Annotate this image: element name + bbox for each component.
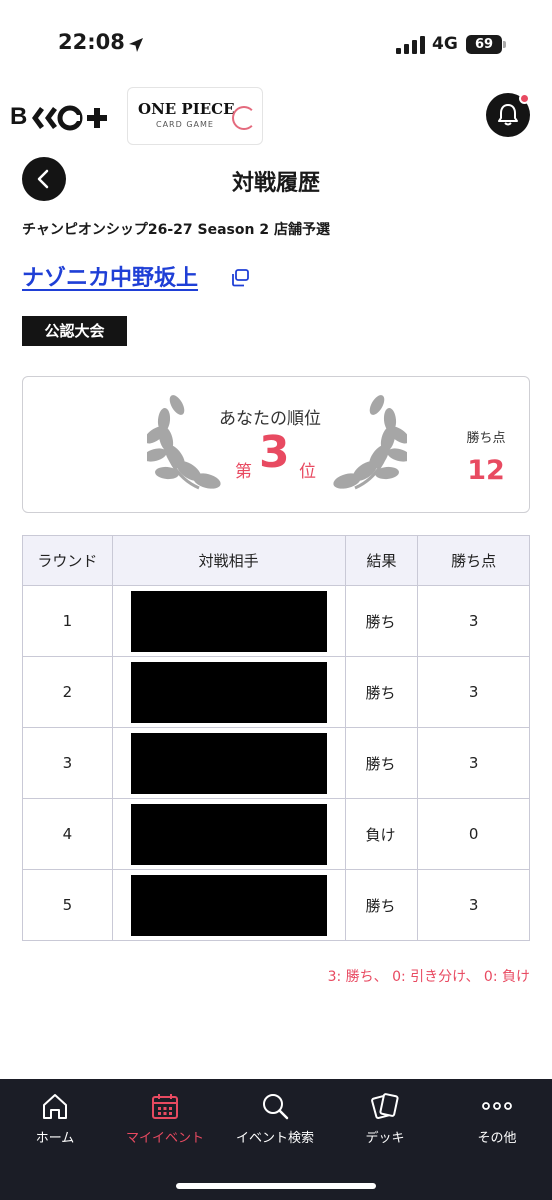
- nav-item-more[interactable]: その他: [442, 1091, 552, 1146]
- battery-tip: [503, 41, 506, 48]
- opponent-cell: [111, 585, 346, 657]
- search-icon: [263, 1094, 289, 1120]
- svg-text:B: B: [10, 103, 27, 130]
- points-cell: 0: [417, 798, 530, 870]
- nav-label: マイイベント: [125, 1131, 204, 1146]
- battery-level: 69: [466, 35, 502, 54]
- event-type-badge: 公認大会: [22, 316, 127, 346]
- round-cell: 4: [22, 798, 113, 870]
- round-cell: 1: [22, 585, 113, 657]
- header-round: ラウンド: [22, 535, 113, 586]
- total-points-value: 12: [467, 455, 505, 486]
- points-cell: 3: [417, 869, 530, 941]
- bandai-logo[interactable]: B: [10, 98, 110, 132]
- page-title: 対戦履歴: [231, 171, 320, 196]
- nav-label: デッキ: [365, 1131, 405, 1146]
- status-bar: 22:08 4G 69: [0, 0, 552, 92]
- table-header-row: ラウンド 対戦相手 結果 勝ち点: [22, 535, 530, 586]
- header-opponent: 対戦相手: [111, 535, 346, 586]
- rank-suffix: 位: [299, 462, 316, 482]
- bell-icon: [498, 104, 518, 126]
- table-row: 5 勝ち 3: [22, 869, 530, 941]
- nav-label: ホーム: [35, 1131, 75, 1146]
- logo-emblem: [232, 106, 256, 130]
- nav-label: その他: [477, 1131, 517, 1146]
- round-cell: 5: [22, 869, 113, 941]
- redacted-opponent: [130, 590, 327, 652]
- redacted-opponent: [130, 874, 327, 936]
- points-legend: 3: 勝ち、 0: 引き分け、 0: 負け: [327, 969, 530, 985]
- redacted-opponent: [130, 803, 327, 865]
- rank-card: あなたの順位 第 3 位 勝ち点 12: [22, 376, 530, 513]
- nav-item-event-search[interactable]: イベント検索: [220, 1091, 330, 1146]
- home-icon: [43, 1094, 67, 1119]
- opponent-cell: [111, 798, 346, 870]
- app-header: B ONE PIECE CARD GAME: [0, 82, 552, 152]
- result-cell: 勝ち: [344, 585, 419, 657]
- store-link[interactable]: ナゾニカ中野坂上: [22, 260, 198, 292]
- result-cell: 勝ち: [344, 727, 419, 799]
- total-points-label: 勝ち点: [466, 431, 506, 446]
- rank-value: 3: [259, 427, 290, 478]
- points-cell: 3: [417, 656, 530, 728]
- rank-prefix: 第: [235, 462, 252, 482]
- result-cell: 勝ち: [344, 869, 419, 941]
- more-icon: [482, 1102, 512, 1110]
- round-cell: 2: [22, 656, 113, 728]
- result-cell: 負け: [344, 798, 419, 870]
- nav-item-home[interactable]: ホーム: [0, 1091, 110, 1146]
- table-row: 2 勝ち 3: [22, 656, 530, 728]
- logo-subtitle: CARD GAME: [156, 120, 214, 129]
- table-row: 4 負け 0: [22, 798, 530, 870]
- nav-item-deck[interactable]: デッキ: [330, 1091, 440, 1146]
- calendar-icon: [152, 1094, 178, 1119]
- points-cell: 3: [417, 585, 530, 657]
- points-cell: 3: [417, 727, 530, 799]
- result-cell: 勝ち: [344, 656, 419, 728]
- match-history-table: ラウンド 対戦相手 結果 勝ち点 1 勝ち 3 2 勝ち 3 3 勝ち 3 4 …: [22, 535, 530, 941]
- header-points: 勝ち点: [417, 535, 530, 586]
- table-row: 1 勝ち 3: [22, 585, 530, 657]
- signal-icon: [396, 36, 425, 54]
- round-cell: 3: [22, 727, 113, 799]
- redacted-opponent: [130, 661, 327, 723]
- opponent-cell: [111, 869, 346, 941]
- header-result: 結果: [344, 535, 419, 586]
- location-arrow-icon: [129, 38, 143, 52]
- logo-title: ONE PIECE: [138, 100, 235, 118]
- status-time: 22:08: [58, 30, 125, 54]
- nav-item-my-events[interactable]: マイイベント: [110, 1091, 220, 1146]
- opponent-cell: [111, 727, 346, 799]
- event-name: チャンピオンシップ26-27 Season 2 店舗予選: [22, 222, 330, 238]
- home-indicator: [176, 1183, 376, 1189]
- bottom-nav: ホーム マイイベント イベント検索 デッキ その他: [0, 1079, 552, 1200]
- one-piece-logo[interactable]: ONE PIECE CARD GAME: [127, 87, 263, 145]
- network-type: 4G: [432, 34, 458, 54]
- external-link-icon[interactable]: [230, 269, 250, 287]
- nav-label: イベント検索: [235, 1131, 314, 1146]
- rank-label: あなたの順位: [219, 409, 321, 429]
- notification-badge: [519, 93, 530, 104]
- table-row: 3 勝ち 3: [22, 727, 530, 799]
- opponent-cell: [111, 656, 346, 728]
- cards-icon: [371, 1093, 399, 1120]
- redacted-opponent: [130, 732, 327, 794]
